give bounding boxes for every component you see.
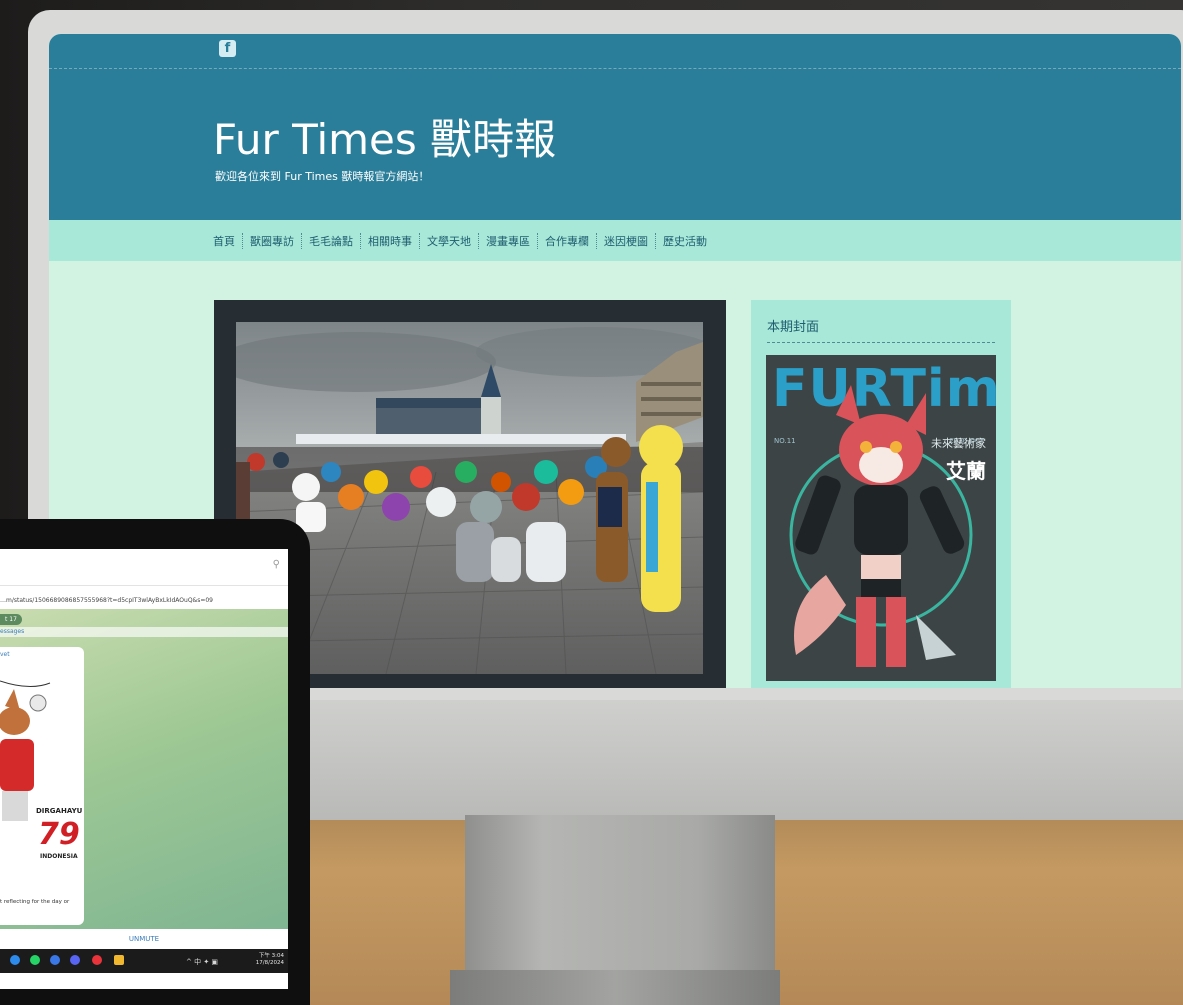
unmute-button[interactable]: UNMUTE [0,929,288,949]
anniversary-number: 79 [38,817,80,852]
indonesia-text: INDONESIA [40,853,78,860]
nav-item-comics[interactable]: 漫畫專區 [479,232,538,249]
search-icon[interactable]: ⚲ [273,559,280,570]
date-pill: t 17 [0,614,22,625]
folder-icon[interactable] [114,955,124,965]
tablet-message-link[interactable]: …m/status/150668908685755596​8?t=d5cpIT3… [0,597,213,604]
facebook-icon[interactable]: f [219,40,236,57]
tablet-taskbar: ^ 中 ✦ ▣ 下午 3:04 17/8/2024 [0,949,288,973]
discord-icon[interactable] [70,955,80,965]
nav-item-history[interactable]: 歷史活動 [656,233,714,249]
chat-caption: t reflecting for the day or [0,899,70,905]
tablet-screen: ⚲ …m/status/150668908685755596​8?t=d5cpI… [0,549,288,989]
nav-list: 首頁 獸圈專訪 毛毛論點 相關時事 文學天地 漫畫專區 合作專欄 迷因梗圖 歷史… [213,232,714,249]
top-bar: f [49,34,1181,69]
chat-card-illustration [0,680,51,821]
cover-issue: NO.11 [774,437,796,445]
site-tagline: 歡迎各位來到 Fur Times 獸時報官方網站！ [215,170,430,183]
main-nav: 首頁 獸圈專訪 毛毛論點 相關時事 文學天地 漫畫專區 合作專欄 迷因梗圖 歷史… [49,220,1181,261]
dirgahayu-text: DIRGAHAYU [36,807,83,815]
chat-message-card[interactable]: vet DIRGAHAYU 79 INDONESIA t reflecting … [0,647,84,925]
monitor-chin [310,700,1183,820]
cover-subtitle: 未來藝術家 [931,437,986,450]
nav-item-news[interactable]: 相關時事 [361,232,420,249]
unread-strip [0,627,288,637]
chat-panel: t 17 essages vet DIRGAHAYU 79 INDONESIA … [0,609,288,929]
clock-date: 17/8/2024 [255,960,284,966]
app-icon-1[interactable] [10,955,20,965]
cover-image[interactable]: FURTimeS NO.11 2020 OCT 未來藝術家 艾蘭 [766,355,996,681]
taskbar-clock[interactable]: 下午 3:04 17/8/2024 [256,953,284,967]
sidebar-heading: 本期封面 [767,316,995,343]
nav-item-opinions[interactable]: 毛毛論點 [302,232,361,249]
sidebar-cover-widget: 本期封面 FURTimeS [751,300,1011,688]
system-tray-icons[interactable]: ^ 中 ✦ ▣ [186,957,218,967]
monitor-stand-base [450,970,780,1005]
app-icon-5[interactable] [92,955,102,965]
nav-item-partners[interactable]: 合作專欄 [538,232,597,249]
chat-card-header: vet [0,651,10,658]
nav-item-interviews[interactable]: 獸圈專訪 [243,232,302,249]
nav-item-home[interactable]: 首頁 [213,232,243,249]
tablet-device: ⚲ …m/status/150668908685755596​8?t=d5cpI… [0,519,310,1005]
cover-logo: FURTimeS [772,359,996,419]
site-header: f Fur Times 獸時報 歡迎各位來到 Fur Times 獸時報官方網站… [49,34,1181,220]
nav-item-literature[interactable]: 文學天地 [420,232,479,249]
site-title[interactable]: Fur Times 獸時報 [213,106,556,167]
cover-artist-name: 艾蘭 [946,459,986,483]
app-icon-3[interactable] [50,955,60,965]
nav-item-memes[interactable]: 迷因梗圖 [597,232,656,249]
unread-messages-label: essages [0,628,25,635]
clock-time: 下午 3:04 [258,953,284,959]
tablet-search-bar[interactable]: ⚲ [0,549,288,586]
whatsapp-icon[interactable] [30,955,40,965]
